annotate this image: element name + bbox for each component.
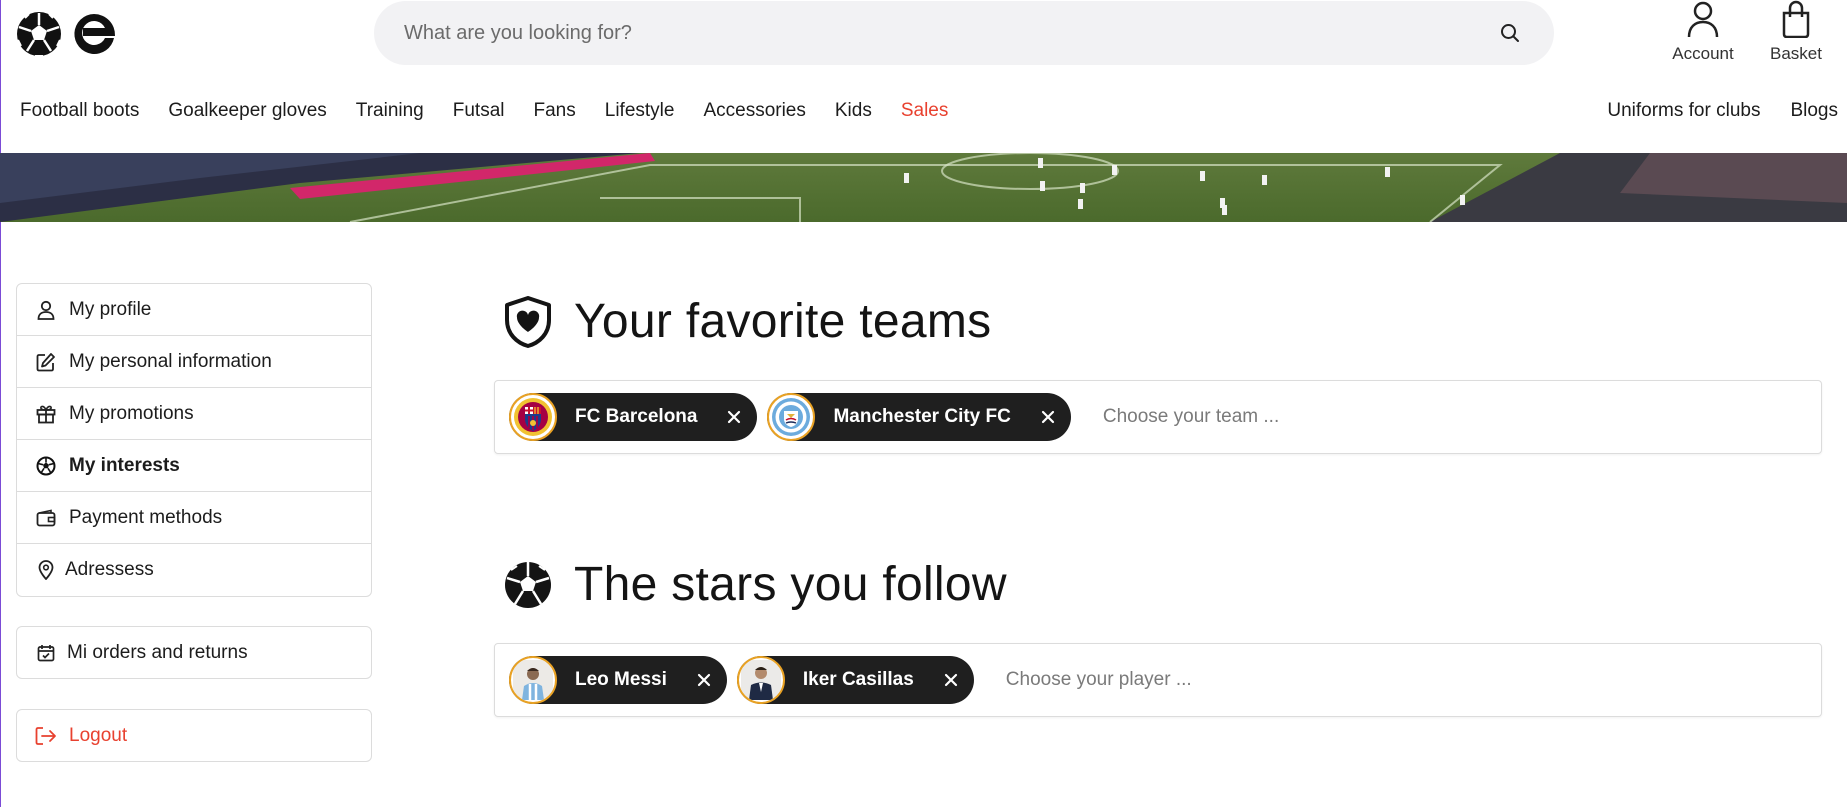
chip-label: FC Barcelona xyxy=(575,406,698,427)
menu-label: My promotions xyxy=(69,402,194,424)
menu-my-profile[interactable]: My profile xyxy=(17,284,371,336)
logout-label: Logout xyxy=(69,724,128,746)
edit-icon xyxy=(35,351,57,373)
menu-payment-methods[interactable]: Payment methods xyxy=(17,492,371,544)
basket-label: Basket xyxy=(1770,44,1822,63)
remove-chip-icon[interactable] xyxy=(695,671,713,689)
wallet-icon xyxy=(35,507,57,529)
user-icon xyxy=(35,299,57,321)
menu-label: My profile xyxy=(69,298,152,320)
chip-label: Iker Casillas xyxy=(802,669,914,690)
chip-label: Leo Messi xyxy=(575,669,667,690)
e-letter-logo-icon xyxy=(74,13,116,54)
section-title: Your favorite teams xyxy=(574,295,992,348)
account-button[interactable]: Account xyxy=(1667,0,1739,70)
basket-button[interactable]: Basket xyxy=(1762,0,1830,70)
player-search-input[interactable] xyxy=(1005,669,1406,691)
stadium-banner xyxy=(0,153,1847,222)
favorite-teams-heading: Your favorite teams xyxy=(502,294,991,349)
nav-fans[interactable]: Fans xyxy=(534,100,576,122)
player-selector: Leo Messi Iker Casillas xyxy=(494,643,1822,717)
team-selector: FC Barcelona Manchester City FC xyxy=(494,380,1822,454)
remove-chip-icon[interactable] xyxy=(725,408,743,426)
football-icon xyxy=(502,559,554,611)
football-logo-icon xyxy=(17,12,61,57)
location-pin-icon xyxy=(35,559,57,581)
brand-logo[interactable] xyxy=(15,10,119,58)
nav-training[interactable]: Training xyxy=(356,100,424,122)
nav-futsal[interactable]: Futsal xyxy=(453,100,505,122)
nav-sales[interactable]: Sales xyxy=(901,100,949,122)
fc-barcelona-crest-icon xyxy=(509,393,557,441)
leo-messi-avatar xyxy=(509,656,557,704)
nav-football-boots[interactable]: Football boots xyxy=(20,100,139,122)
calendar-check-icon xyxy=(35,642,57,664)
manchester-city-crest-icon xyxy=(767,393,816,441)
player-chip-iker-casillas[interactable]: Iker Casillas xyxy=(736,656,974,704)
team-chip-fc-barcelona[interactable]: FC Barcelona xyxy=(509,393,758,441)
search-input[interactable] xyxy=(404,21,1496,45)
nav-uniforms-for-clubs[interactable]: Uniforms for clubs xyxy=(1607,100,1760,122)
account-label: Account xyxy=(1672,44,1734,63)
chip-label: Manchester City FC xyxy=(833,406,1011,427)
remove-chip-icon[interactable] xyxy=(1039,408,1057,426)
menu-adressess[interactable]: Adressess xyxy=(17,544,371,596)
menu-label: My personal information xyxy=(69,350,272,372)
menu-label: My interests xyxy=(69,454,180,476)
nav-goalkeeper-gloves[interactable]: Goalkeeper gloves xyxy=(168,100,326,122)
team-search-input[interactable] xyxy=(1102,406,1503,428)
menu-my-personal-information[interactable]: My personal information xyxy=(17,336,371,388)
logout-icon xyxy=(35,725,57,747)
nav-blogs[interactable]: Blogs xyxy=(1790,100,1838,122)
user-icon xyxy=(1687,1,1719,38)
account-menu: My profile My personal information My pr… xyxy=(16,283,372,597)
shopping-bag-icon xyxy=(1782,0,1810,38)
main-navigation: Football boots Goalkeeper gloves Trainin… xyxy=(0,100,1847,132)
section-title: The stars you follow xyxy=(574,558,1007,611)
nav-lifestyle[interactable]: Lifestyle xyxy=(605,100,675,122)
orders-label: Mi orders and returns xyxy=(67,641,248,663)
logout-button[interactable]: Logout xyxy=(16,709,372,762)
menu-orders-and-returns[interactable]: Mi orders and returns xyxy=(16,626,372,679)
search-button[interactable] xyxy=(1496,19,1524,47)
nav-accessories[interactable]: Accessories xyxy=(703,100,805,122)
team-chip-manchester-city[interactable]: Manchester City FC xyxy=(767,393,1071,441)
player-chip-leo-messi[interactable]: Leo Messi xyxy=(509,656,727,704)
menu-my-interests[interactable]: My interests xyxy=(17,440,371,492)
iker-casillas-avatar xyxy=(736,656,785,704)
menu-my-promotions[interactable]: My promotions xyxy=(17,388,371,440)
search-icon xyxy=(1501,24,1519,42)
football-icon xyxy=(35,455,57,477)
followed-stars-heading: The stars you follow xyxy=(502,557,1007,612)
shield-heart-icon xyxy=(502,295,554,348)
gift-icon xyxy=(35,403,57,425)
menu-label: Payment methods xyxy=(69,506,223,528)
search-bar xyxy=(374,1,1554,65)
site-header: Account Basket xyxy=(0,0,1847,70)
menu-label: Adressess xyxy=(65,559,154,580)
nav-kids[interactable]: Kids xyxy=(835,100,872,122)
remove-chip-icon[interactable] xyxy=(942,671,960,689)
